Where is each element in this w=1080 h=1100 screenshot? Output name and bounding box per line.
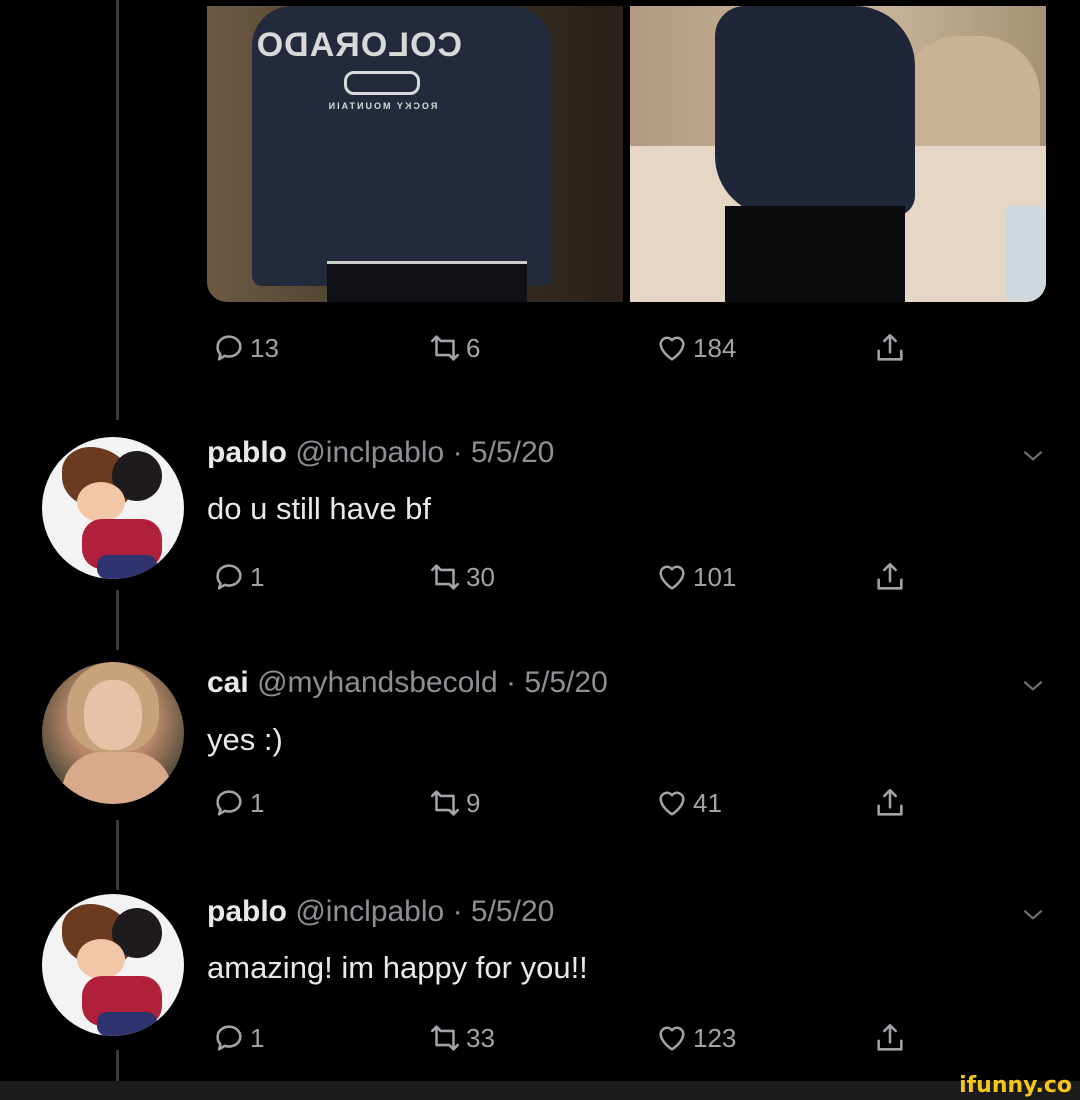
reply-icon (216, 564, 242, 590)
retweet-count: 9 (466, 787, 481, 818)
sweater-print-text: COLORADO (255, 26, 462, 64)
user-handle[interactable]: @inclpablo (295, 436, 444, 469)
retweet-button[interactable]: 9 (428, 786, 480, 820)
shorts-image (327, 261, 527, 302)
like-count: 123 (693, 1022, 737, 1053)
retweet-icon (430, 564, 460, 590)
more-options-button[interactable] (1020, 672, 1046, 698)
reply-button[interactable]: 1 (212, 560, 264, 594)
avatar[interactable] (42, 662, 184, 804)
sweater-image (715, 6, 915, 216)
tweet-media[interactable]: COLORADO ROCKY MOUNTAIN (207, 6, 1046, 302)
avatar-legs (97, 555, 157, 579)
tweet-text: amazing! im happy for you!! (207, 950, 588, 985)
more-options-button[interactable] (1020, 901, 1046, 927)
like-count: 41 (693, 787, 722, 818)
headboard-image (900, 36, 1040, 146)
media-photo-1[interactable]: COLORADO ROCKY MOUNTAIN (207, 6, 623, 302)
like-button[interactable]: 184 (655, 331, 736, 365)
share-button[interactable] (873, 560, 907, 594)
tweet-text: yes :) (207, 722, 283, 757)
like-button[interactable]: 101 (655, 560, 736, 594)
user-handle[interactable]: @inclpablo (295, 895, 444, 928)
reply-count: 13 (250, 332, 279, 363)
share-icon (877, 562, 903, 590)
avatar-legs (97, 1012, 157, 1036)
share-button[interactable] (873, 331, 907, 365)
tweet-date[interactable]: 5/5/20 (524, 666, 607, 699)
sweater-band (344, 71, 420, 95)
avatar-face (77, 482, 125, 522)
media-photo-2[interactable] (630, 6, 1046, 302)
retweet-button[interactable]: 6 (428, 331, 480, 365)
watermark-logo: ifunny.co (959, 1073, 1072, 1098)
reply-button[interactable]: 1 (212, 786, 264, 820)
retweet-button[interactable]: 33 (428, 1021, 495, 1055)
share-icon (877, 333, 903, 361)
heart-icon (659, 791, 685, 816)
retweet-count: 6 (466, 332, 481, 363)
reply-count: 1 (250, 561, 265, 592)
separator-dot: · (452, 895, 463, 928)
share-button[interactable] (873, 786, 907, 820)
avatar-body (62, 752, 172, 804)
user-handle[interactable]: @myhandsbecold (257, 666, 498, 699)
heart-icon (659, 336, 685, 361)
like-count: 184 (693, 332, 737, 363)
retweet-button[interactable]: 30 (428, 560, 495, 594)
tweet-text: do u still have bf (207, 491, 432, 526)
tweet-date[interactable]: 5/5/20 (471, 436, 554, 469)
retweet-icon (430, 1025, 460, 1051)
thread-line (116, 1050, 119, 1081)
reply-icon (216, 790, 242, 816)
like-button[interactable]: 123 (655, 1021, 736, 1055)
reply-count: 1 (250, 1022, 265, 1053)
retweet-count: 33 (466, 1022, 495, 1053)
bottle-image (1006, 206, 1046, 301)
sweater-sub-text: ROCKY MOUNTAIN (326, 101, 438, 111)
avatar[interactable] (42, 437, 184, 579)
avatar-face (84, 680, 142, 750)
chevron-down-icon (1023, 680, 1043, 691)
footer-bar: ifunny.co (0, 1073, 1080, 1100)
retweet-icon (430, 335, 460, 361)
tweet-date[interactable]: 5/5/20 (471, 895, 554, 928)
retweet-icon (430, 790, 460, 816)
display-name[interactable]: pablo (207, 436, 287, 469)
like-button[interactable]: 41 (655, 786, 722, 820)
chevron-down-icon (1023, 450, 1043, 461)
reply-button[interactable]: 1 (212, 1021, 264, 1055)
thread-line (116, 0, 119, 420)
chevron-down-icon (1023, 909, 1043, 920)
tweet-header: pablo @inclpablo · 5/5/20 (207, 895, 554, 929)
tweet-header: pablo @inclpablo · 5/5/20 (207, 436, 554, 470)
heart-icon (659, 565, 685, 590)
pants-image (725, 206, 905, 302)
separator-dot: · (452, 436, 463, 469)
thread-line (116, 590, 119, 650)
tweet-header: cai @myhandsbecold · 5/5/20 (207, 666, 608, 700)
reply-button[interactable]: 13 (212, 331, 279, 365)
like-count: 101 (693, 561, 737, 592)
sweater-print: COLORADO ROCKY MOUNTAIN (256, 26, 462, 116)
more-options-button[interactable] (1020, 442, 1046, 468)
avatar[interactable] (42, 894, 184, 1036)
reply-icon (216, 1025, 242, 1051)
heart-icon (659, 1026, 685, 1051)
display-name[interactable]: cai (207, 666, 249, 699)
reply-icon (216, 335, 242, 361)
share-button[interactable] (873, 1021, 907, 1055)
display-name[interactable]: pablo (207, 895, 287, 928)
reply-count: 1 (250, 787, 265, 818)
share-icon (877, 788, 903, 816)
retweet-count: 30 (466, 561, 495, 592)
avatar-face (77, 939, 125, 979)
separator-dot: · (506, 666, 516, 699)
share-icon (877, 1023, 903, 1051)
thread-line (116, 820, 119, 890)
